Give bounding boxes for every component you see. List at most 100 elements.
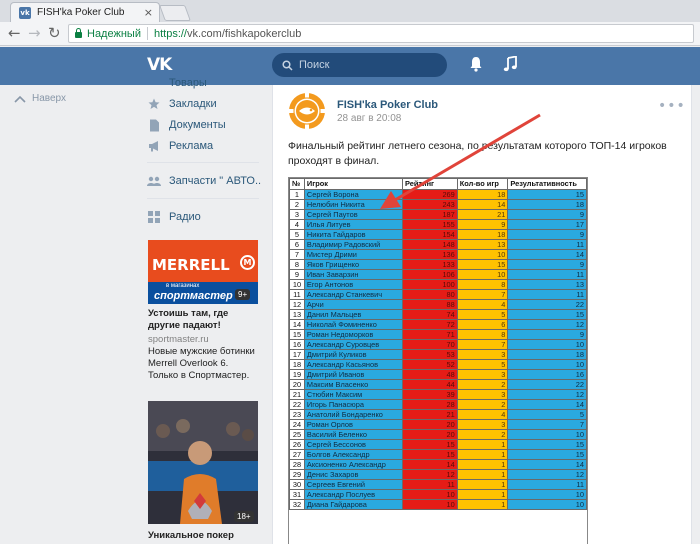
table-row: 5 Никита Гайдаров 154 18 9 bbox=[289, 229, 587, 240]
ad-title[interactable]: Устоишь там, где другие падают! bbox=[148, 308, 260, 332]
club-avatar[interactable] bbox=[288, 92, 326, 130]
games-count-cell: 7 bbox=[456, 339, 509, 350]
table-row: 1 Сергей Ворона 269 18 15 bbox=[289, 189, 587, 200]
efficiency-cell: 10 bbox=[507, 429, 587, 440]
browser-tab[interactable]: vk FISH'ka Poker Club × bbox=[10, 2, 160, 22]
scroll-to-top-label: Наверх bbox=[32, 93, 66, 104]
scroll-to-top-button[interactable]: Наверх bbox=[14, 93, 66, 104]
player-name-cell: Александр Суровцев bbox=[303, 339, 404, 350]
rating-cell: 20 bbox=[402, 419, 458, 430]
rank-cell: 14 bbox=[289, 319, 305, 330]
ranking-table-body: 1 Сергей Ворона 269 18 15 2 Нелюбин Никита 243 1… bbox=[289, 189, 587, 510]
menu-item-ads[interactable]: Реклама bbox=[147, 137, 213, 155]
rating-cell: 20 bbox=[402, 429, 458, 440]
ad-domain[interactable]: sportmaster.ru bbox=[148, 334, 209, 345]
music-icon[interactable] bbox=[503, 56, 517, 72]
player-name-cell: Александр Касьянов bbox=[303, 359, 404, 370]
player-name-cell: Никита Гайдаров bbox=[303, 229, 404, 240]
new-tab-button[interactable] bbox=[159, 5, 191, 21]
rank-cell: 20 bbox=[289, 379, 305, 390]
ad-banner-poker[interactable]: 18+ bbox=[148, 401, 258, 524]
age-badge: 9+ bbox=[235, 289, 251, 300]
table-row: 12 Арчи 88 4 22 bbox=[289, 299, 587, 310]
games-count-cell: 1 bbox=[456, 489, 509, 500]
games-count-cell: 1 bbox=[456, 479, 509, 490]
rating-cell: 70 bbox=[402, 339, 458, 350]
games-count-cell: 18 bbox=[456, 229, 509, 240]
tab-title: FISH'ka Poker Club bbox=[37, 7, 125, 18]
column-header: № bbox=[289, 178, 305, 190]
url-scheme: https:// bbox=[153, 27, 187, 40]
player-name-cell: Игорь Панасюра bbox=[303, 399, 404, 410]
table-row: 18 Александр Касьянов 52 5 10 bbox=[289, 359, 587, 370]
player-name-cell: Владимир Радовский bbox=[303, 239, 404, 250]
rating-cell: 133 bbox=[402, 259, 458, 270]
player-name-cell: Данил Мальцев bbox=[303, 309, 404, 320]
table-row: 3 Сергей Паутов 187 21 9 bbox=[289, 209, 587, 220]
rating-cell: 100 bbox=[402, 279, 458, 290]
efficiency-cell: 14 bbox=[507, 399, 587, 410]
ad-banner-merrell[interactable]: MERRELL M в магазинах спортмастер 9+ bbox=[148, 240, 258, 304]
post-author[interactable]: FISH'ka Poker Club bbox=[337, 99, 438, 111]
rating-cell: 11 bbox=[402, 479, 458, 490]
close-icon[interactable]: × bbox=[144, 6, 153, 19]
reload-icon[interactable]: ↻ bbox=[48, 25, 61, 41]
rating-cell: 28 bbox=[402, 399, 458, 410]
menu-item-group[interactable]: Запчасти " АВТО.. bbox=[147, 172, 261, 190]
table-row: 26 Сергей Бессонов 15 1 15 bbox=[289, 439, 587, 450]
back-arrow-icon[interactable]: ← bbox=[8, 25, 21, 41]
player-name-cell: Болгов Александр bbox=[303, 449, 404, 460]
rank-cell: 1 bbox=[289, 189, 305, 200]
efficiency-cell: 10 bbox=[507, 489, 587, 500]
rating-cell: 154 bbox=[402, 229, 458, 240]
menu-item-documents[interactable]: Документы bbox=[147, 116, 226, 134]
rank-cell: 32 bbox=[289, 499, 305, 510]
forward-arrow-icon[interactable]: → bbox=[28, 25, 41, 41]
games-count-cell: 2 bbox=[456, 379, 509, 390]
games-count-cell: 3 bbox=[456, 419, 509, 430]
rating-cell: 148 bbox=[402, 239, 458, 250]
efficiency-cell: 15 bbox=[507, 309, 587, 320]
rank-cell: 16 bbox=[289, 339, 305, 350]
search-input[interactable]: Поиск bbox=[272, 53, 447, 77]
games-count-cell: 13 bbox=[456, 239, 509, 250]
rank-cell: 25 bbox=[289, 429, 305, 440]
vk-logo[interactable]: VK bbox=[147, 55, 172, 75]
more-options-icon[interactable]: ••• bbox=[658, 98, 686, 114]
rank-cell: 8 bbox=[289, 259, 305, 270]
rating-cell: 269 bbox=[402, 189, 458, 200]
rank-cell: 24 bbox=[289, 419, 305, 430]
menu-item-goods[interactable]: Товары bbox=[147, 74, 207, 92]
efficiency-cell: 10 bbox=[507, 499, 587, 510]
document-icon bbox=[147, 118, 161, 132]
rank-cell: 26 bbox=[289, 439, 305, 450]
player-name-cell: Сергей Ворона bbox=[303, 189, 404, 200]
efficiency-cell: 5 bbox=[507, 409, 587, 420]
address-bar[interactable]: Надежный https:// vk.com/fishkapokerclub bbox=[68, 24, 694, 43]
rating-cell: 44 bbox=[402, 379, 458, 390]
bell-icon[interactable] bbox=[469, 56, 483, 72]
post-text: Финальный рейтинг летнего сезона, по рез… bbox=[288, 140, 667, 167]
rank-cell: 9 bbox=[289, 269, 305, 280]
rank-cell: 2 bbox=[289, 199, 305, 210]
efficiency-cell: 9 bbox=[507, 229, 587, 240]
efficiency-cell: 14 bbox=[507, 249, 587, 260]
rating-cell: 15 bbox=[402, 439, 458, 450]
menu-item-radio[interactable]: Радио bbox=[147, 208, 201, 226]
games-count-cell: 6 bbox=[456, 319, 509, 330]
rating-cell: 106 bbox=[402, 269, 458, 280]
rank-cell: 6 bbox=[289, 239, 305, 250]
menu-item-label: Документы bbox=[169, 119, 226, 131]
rating-cell: 14 bbox=[402, 459, 458, 470]
rating-cell: 39 bbox=[402, 389, 458, 400]
efficiency-cell: 13 bbox=[507, 279, 587, 290]
player-name-cell: Александр Станкевич bbox=[303, 289, 404, 300]
menu-item-bookmarks[interactable]: Закладки bbox=[147, 95, 217, 113]
ad-title[interactable]: Уникальное покер bbox=[148, 530, 234, 541]
vk-header: VK Поиск bbox=[0, 47, 700, 85]
table-row: 8 Яков Грищенко 133 15 9 bbox=[289, 259, 587, 270]
games-count-cell: 1 bbox=[456, 499, 509, 510]
post-date[interactable]: 28 авг в 20:08 bbox=[337, 113, 401, 124]
ranking-table-image[interactable]: № Игрок Рейтинг Кол-во игр Результативно… bbox=[288, 177, 588, 544]
player-name-cell: Яков Грищенко bbox=[303, 259, 404, 270]
